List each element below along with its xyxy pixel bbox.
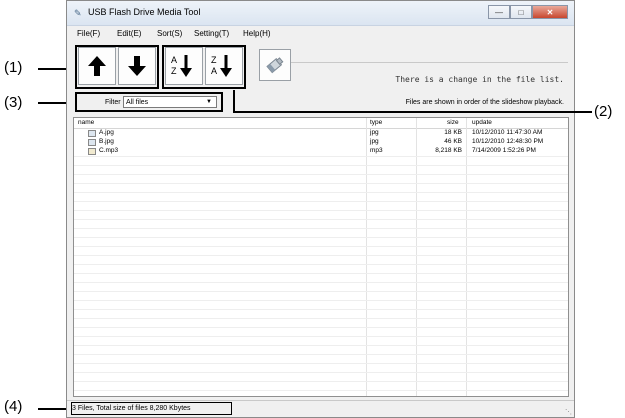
file-name: C.mp3 <box>99 147 119 154</box>
sort-asc-letters: A Z <box>171 55 177 77</box>
callout-2-line-horizontal <box>233 111 592 113</box>
row-grid-line <box>74 372 568 373</box>
callout-2-line-vertical <box>233 90 235 112</box>
row-grid-line <box>74 246 568 247</box>
app-window: ✎ USB Flash Drive Media Tool — □ ✕ File(… <box>66 0 575 418</box>
callout-2: (2) <box>594 103 613 120</box>
row-grid-line <box>74 237 568 238</box>
image-file-icon <box>88 130 96 137</box>
playback-order-info: Files are shown in order of the slidesho… <box>405 99 564 106</box>
row-grid-line <box>74 354 568 355</box>
file-update: 7/14/2009 1:52:26 PM <box>472 147 536 154</box>
chevron-down-icon: ▼ <box>206 99 212 105</box>
image-file-icon <box>88 139 96 146</box>
row-grid-line <box>74 210 568 211</box>
sort-descending-icon <box>220 55 233 77</box>
row-grid-line <box>74 291 568 292</box>
app-icon: ✎ <box>74 8 82 18</box>
file-type: jpg <box>370 129 379 136</box>
row-grid-line <box>74 255 568 256</box>
minimize-icon[interactable]: — <box>488 5 510 19</box>
menu-edit[interactable]: Edit(E) <box>117 29 141 38</box>
row-grid-line <box>74 264 568 265</box>
file-update: 10/12/2010 11:47:30 AM <box>472 129 543 136</box>
column-header-type[interactable]: type <box>370 119 382 126</box>
sort-desc-bottom-letter: A <box>211 66 218 76</box>
usb-write-button[interactable] <box>259 49 291 81</box>
toolbar: A Z Z A There is a change in the file li… <box>71 43 570 95</box>
row-grid-line <box>74 300 568 301</box>
row-grid-line <box>74 336 568 337</box>
close-icon[interactable]: ✕ <box>532 5 568 19</box>
callout-1: (1) <box>4 59 23 76</box>
column-header-name[interactable]: name <box>78 119 94 126</box>
status-bar: 3 Files, Total size of files 8,280 Kbyte… <box>67 400 574 417</box>
file-size: 18 KB <box>444 129 462 136</box>
resize-grip-icon[interactable]: ⋱ <box>565 408 572 416</box>
row-grid-line <box>74 228 568 229</box>
row-grid-line <box>74 327 568 328</box>
list-row[interactable]: A.jpg jpg 18 KB 10/12/2010 11:47:30 AM <box>74 129 568 138</box>
column-header-update[interactable]: update <box>472 119 492 126</box>
row-grid-line <box>74 273 568 274</box>
filter-row: Filter All files ▼ Files are shown in or… <box>71 92 570 112</box>
list-header: name type size update <box>74 118 568 129</box>
row-grid-line <box>74 183 568 184</box>
sort-descending-button[interactable]: Z A <box>205 47 243 85</box>
row-grid-line <box>74 201 568 202</box>
audio-file-icon <box>88 148 96 155</box>
file-name: A.jpg <box>99 129 114 136</box>
column-header-size[interactable]: size <box>447 119 459 126</box>
sort-desc-letters: Z A <box>211 55 217 77</box>
row-grid-line <box>74 309 568 310</box>
file-name: B.jpg <box>99 138 114 145</box>
row-grid-line <box>74 174 568 175</box>
callout-3: (3) <box>4 94 23 111</box>
move-down-icon <box>128 56 146 76</box>
filter-label: Filter <box>105 99 121 106</box>
file-update: 10/12/2010 12:48:30 PM <box>472 138 544 145</box>
toolbar-separator <box>291 62 568 63</box>
status-text: 3 Files, Total size of files 8,280 Kbyte… <box>72 405 191 412</box>
row-grid-line <box>74 219 568 220</box>
file-size: 8,218 KB <box>435 147 462 154</box>
menu-bar: File(F) Edit(E) Sort(S) Setting(T) Help(… <box>67 26 574 41</box>
sort-asc-bottom-letter: Z <box>171 66 177 76</box>
move-down-button[interactable] <box>118 47 156 85</box>
row-grid-line <box>74 156 568 157</box>
row-grid-line <box>74 165 568 166</box>
window-controls: — □ ✕ <box>488 5 568 19</box>
row-grid-line <box>74 381 568 382</box>
row-grid-line <box>74 192 568 193</box>
menu-setting[interactable]: Setting(T) <box>194 29 229 38</box>
row-grid-line <box>74 363 568 364</box>
menu-file[interactable]: File(F) <box>77 29 100 38</box>
maximize-icon[interactable]: □ <box>510 5 532 19</box>
file-type: jpg <box>370 138 379 145</box>
row-grid-line <box>74 318 568 319</box>
menu-sort[interactable]: Sort(S) <box>157 29 182 38</box>
list-row[interactable]: C.mp3 mp3 8,218 KB 7/14/2009 1:52:26 PM <box>74 147 568 156</box>
row-grid-line <box>74 345 568 346</box>
usb-drive-icon <box>266 57 284 74</box>
file-type: mp3 <box>370 147 383 154</box>
list-row[interactable]: B.jpg jpg 46 KB 10/12/2010 12:48:30 PM <box>74 138 568 147</box>
row-grid-line <box>74 282 568 283</box>
title-bar: ✎ USB Flash Drive Media Tool — □ ✕ <box>67 1 574 26</box>
window-title: USB Flash Drive Media Tool <box>88 7 201 17</box>
callout-4: (4) <box>4 398 23 415</box>
move-up-icon <box>88 56 106 76</box>
file-list[interactable]: name type size update A.jpg jpg 18 KB 10… <box>73 117 569 397</box>
row-grid-line <box>74 390 568 391</box>
file-list-change-notice: There is a change in the file list. <box>395 75 564 84</box>
file-size: 46 KB <box>444 138 462 145</box>
sort-asc-top-letter: A <box>171 55 178 65</box>
sort-desc-top-letter: Z <box>211 55 217 65</box>
sort-ascending-button[interactable]: A Z <box>165 47 203 85</box>
filter-selected-value: All files <box>126 99 149 106</box>
move-up-button[interactable] <box>78 47 116 85</box>
filter-dropdown[interactable]: All files ▼ <box>123 96 217 108</box>
menu-help[interactable]: Help(H) <box>243 29 271 38</box>
sort-ascending-icon <box>180 55 193 77</box>
